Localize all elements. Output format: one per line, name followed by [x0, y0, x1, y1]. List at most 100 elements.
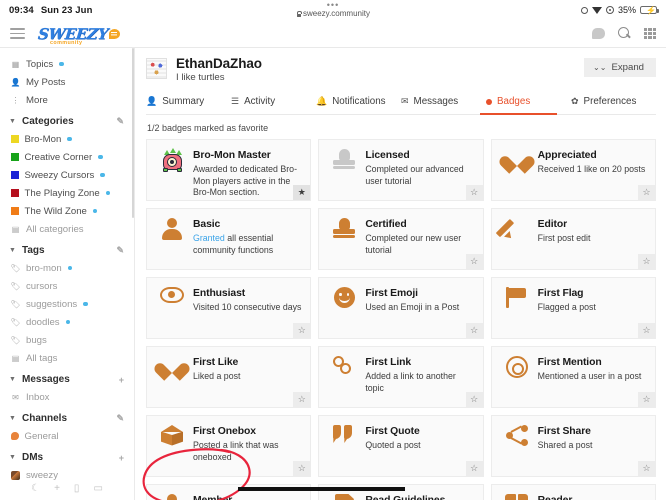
- tab-messages[interactable]: ✉ Messages: [401, 90, 486, 114]
- sidebar-section-categories[interactable]: ▼ Categories ✎: [0, 109, 134, 130]
- badge-card[interactable]: Reader Read every reply in a topic with …: [490, 484, 656, 500]
- badge-card[interactable]: First Onebox Posted a link that was oneb…: [146, 415, 312, 477]
- address-bar[interactable]: ••• sweezy.community: [0, 1, 666, 18]
- badge-card[interactable]: First Mention Mentioned a user in a post…: [490, 346, 656, 408]
- search-icon[interactable]: [618, 27, 631, 40]
- hamburger-icon[interactable]: [10, 28, 25, 39]
- expand-button[interactable]: ⌄⌄ Expand: [584, 58, 656, 77]
- unread-dot: [100, 172, 105, 178]
- tab-preferences[interactable]: ✿ Preferences: [571, 90, 656, 114]
- badge-card[interactable]: Enthusiast Visited 10 consecutive days ☆: [146, 277, 312, 339]
- tab-activity[interactable]: ☰ Activity: [231, 90, 316, 114]
- bromon-icon: [157, 148, 187, 200]
- sidebar-item-label: Creative Corner: [24, 151, 93, 163]
- badge-card[interactable]: First Share Shared a post ☆: [490, 415, 656, 477]
- sidebar-section-dms[interactable]: ▼ DMs +: [0, 445, 134, 466]
- sidebar-item-label: The Wild Zone: [24, 205, 87, 217]
- badge-card[interactable]: First Flag Flagged a post ☆: [490, 277, 656, 339]
- sidebar-section-channels[interactable]: ▼ Channels ✎: [0, 406, 134, 427]
- sidebar-item-tag-doodles[interactable]: 🏷 doodles: [0, 313, 134, 331]
- rotation-lock-icon: [605, 6, 614, 14]
- site-logo[interactable]: SWEEZY community: [37, 25, 120, 46]
- badge-card[interactable]: Appreciated Received 1 like on 20 posts …: [490, 139, 656, 201]
- sidebar-item-tag-suggestions[interactable]: 🏷 suggestions: [0, 295, 134, 313]
- sidebar-item-my-posts[interactable]: 👤 My Posts: [0, 73, 134, 91]
- keyboard-icon[interactable]: ▭: [93, 483, 102, 494]
- sidebar-item-sweezy-cursors[interactable]: Sweezy Cursors: [0, 166, 134, 184]
- tab-badges[interactable]: Badges: [480, 90, 571, 115]
- sidebar-item-the-wild-zone[interactable]: The Wild Zone: [0, 202, 134, 220]
- grid-icon[interactable]: [644, 27, 656, 40]
- section-title: Messages: [22, 374, 70, 385]
- pencil-icon[interactable]: ✎: [116, 245, 124, 256]
- sidebar-item-creative-corner[interactable]: Creative Corner: [0, 148, 134, 166]
- badge-description: Added a link to another topic: [365, 371, 456, 393]
- sidebar-item-topics[interactable]: ▦ Topics: [0, 55, 134, 73]
- badge-description: Posted a link that was oneboxed: [193, 440, 279, 462]
- badge-card[interactable]: Certified Completed our new user tutoria…: [318, 208, 484, 270]
- chat-icon[interactable]: [592, 28, 605, 39]
- sidebar-item-general[interactable]: General: [0, 427, 134, 445]
- sidebar-item-all-tags[interactable]: ▤ All tags: [0, 349, 134, 367]
- mobile-icon[interactable]: ▯: [74, 483, 80, 494]
- favorite-star-button[interactable]: ☆: [293, 461, 311, 476]
- favorite-star-button[interactable]: ☆: [637, 392, 655, 407]
- badge-card[interactable]: First Emoji Used an Emoji in a Post ☆: [318, 277, 484, 339]
- plus-icon[interactable]: +: [54, 483, 60, 494]
- heart-icon: [502, 148, 532, 200]
- plus-icon[interactable]: +: [119, 453, 124, 463]
- moon-icon[interactable]: ☾: [31, 483, 40, 494]
- sidebar-item-inbox[interactable]: ✉ Inbox: [0, 388, 134, 406]
- badge-card[interactable]: First Quote Quoted a post ☆: [318, 415, 484, 477]
- sidebar-scrollbar[interactable]: [132, 48, 134, 218]
- favorite-star-button[interactable]: ☆: [637, 185, 655, 200]
- favorite-star-button[interactable]: ☆: [465, 461, 483, 476]
- section-title: DMs: [22, 452, 44, 463]
- channel-bubble-icon: [11, 432, 19, 440]
- tab-notifications[interactable]: 🔔 Notifications: [316, 90, 401, 114]
- badge-title: First Mention: [537, 357, 602, 368]
- favorite-star-button[interactable]: ☆: [465, 323, 483, 338]
- favorite-star-button[interactable]: ☆: [465, 392, 483, 407]
- avatar[interactable]: [146, 58, 167, 79]
- badge-card[interactable]: First Link Added a link to another topic…: [318, 346, 484, 408]
- badge-card[interactable]: Bro-Mon Master Awarded to dedicated Bro-…: [146, 139, 312, 201]
- sidebar-item-label: My Posts: [26, 76, 66, 88]
- favorite-star-button[interactable]: ☆: [293, 323, 311, 338]
- sidebar-item-dm-sweezy[interactable]: sweezy: [0, 466, 134, 484]
- sidebar-item-the-playing-zone[interactable]: The Playing Zone: [0, 184, 134, 202]
- badge-description: Awarded to dedicated Bro-Mon players act…: [193, 164, 297, 197]
- sidebar-item-tag-bro-mon[interactable]: 🏷 bro-mon: [0, 259, 134, 277]
- favorite-star-button[interactable]: ★: [293, 185, 311, 200]
- share-icon: [502, 424, 532, 476]
- badge-card[interactable]: First Like Liked a post ☆: [146, 346, 312, 408]
- url-text[interactable]: sweezy.community: [296, 9, 370, 18]
- unread-dot: [83, 301, 88, 307]
- pencil-icon[interactable]: ✎: [116, 116, 124, 127]
- plus-icon[interactable]: +: [119, 375, 124, 385]
- tab-summary[interactable]: 👤 Summary: [146, 90, 231, 114]
- favorite-star-button[interactable]: ☆: [637, 254, 655, 269]
- badge-card[interactable]: Basic Granted all essential community fu…: [146, 208, 312, 270]
- sidebar-item-more[interactable]: ⋮ More: [0, 91, 134, 109]
- tab-overview-dots[interactable]: •••: [327, 1, 339, 10]
- badge-card[interactable]: Licensed Completed our advanced user tut…: [318, 139, 484, 201]
- favorite-star-button[interactable]: ☆: [637, 461, 655, 476]
- tag-icon: 🏷: [10, 299, 21, 309]
- sidebar-item-tag-bugs[interactable]: 🏷 bugs: [0, 331, 134, 349]
- sidebar-section-tags[interactable]: ▼ Tags ✎: [0, 238, 134, 259]
- favorite-star-button[interactable]: ☆: [465, 185, 483, 200]
- document-icon: [329, 493, 359, 500]
- sidebar-section-messages[interactable]: ▼ Messages +: [0, 367, 134, 388]
- badge-card[interactable]: Editor First post edit ☆: [490, 208, 656, 270]
- granted-link[interactable]: Granted: [193, 233, 225, 243]
- favorite-star-button[interactable]: ☆: [465, 254, 483, 269]
- favorite-star-button[interactable]: ☆: [293, 392, 311, 407]
- badge-description: Used an Emoji in a Post: [365, 302, 460, 312]
- sidebar-item-bro-mon[interactable]: Bro-Mon: [0, 130, 134, 148]
- favorite-star-button[interactable]: ☆: [637, 323, 655, 338]
- sidebar-item-all-categories[interactable]: ▤ All categories: [0, 220, 134, 238]
- sidebar-item-tag-cursors[interactable]: 🏷 cursors: [0, 277, 134, 295]
- badge-title: First Emoji: [365, 288, 418, 299]
- pencil-icon[interactable]: ✎: [116, 413, 124, 424]
